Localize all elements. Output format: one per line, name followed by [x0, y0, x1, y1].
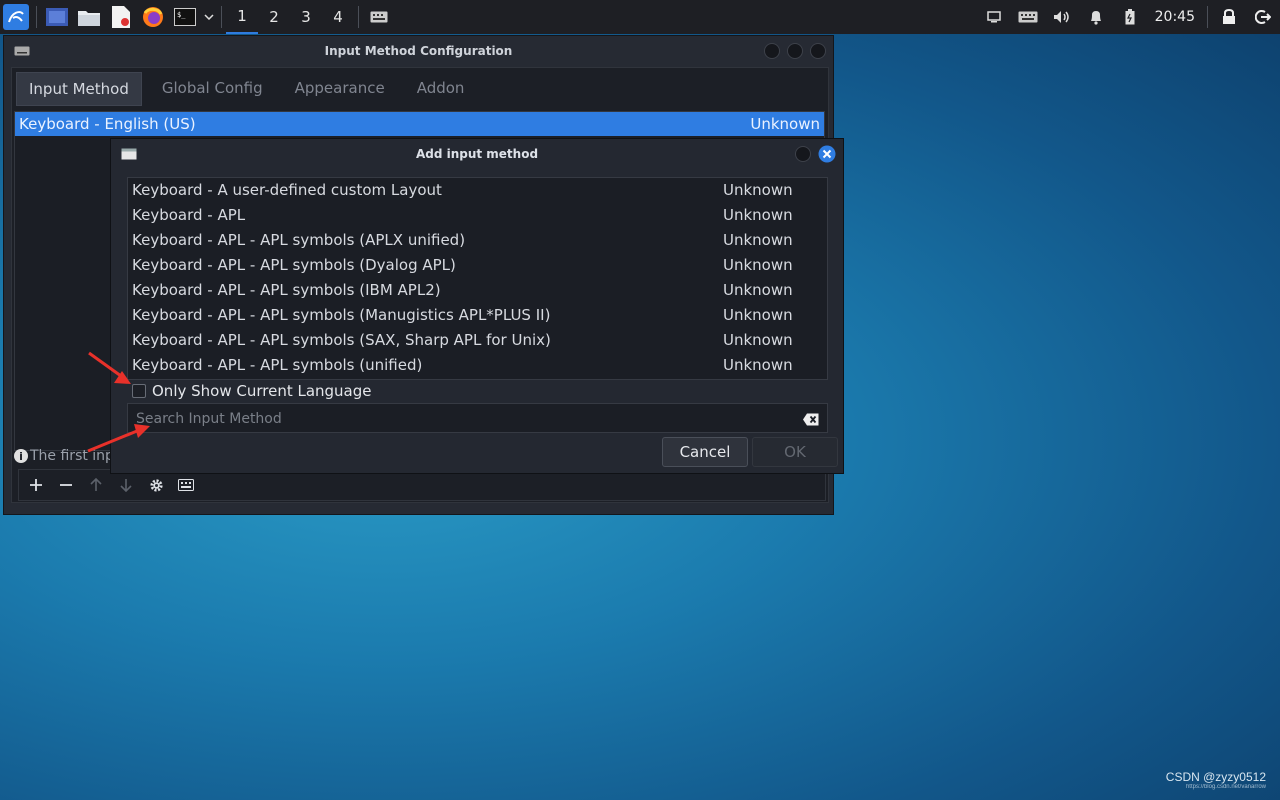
list-item-name: Keyboard - A user-defined custom Layout: [132, 181, 442, 199]
info-icon: i: [14, 449, 28, 463]
list-item-status: Unknown: [723, 306, 793, 324]
bell-icon[interactable]: [1079, 0, 1113, 34]
firefox-icon[interactable]: [137, 0, 169, 34]
keyboard-icon[interactable]: [363, 0, 395, 34]
list-item-name: Keyboard - APL - APL symbols (SAX, Sharp…: [132, 331, 551, 349]
list-item[interactable]: Keyboard - English (US) Unknown: [15, 112, 824, 136]
list-item-name: Keyboard - English (US): [19, 115, 196, 133]
volume-icon[interactable]: [1045, 0, 1079, 34]
list-item-name: Keyboard - APL: [132, 206, 246, 224]
list-item[interactable]: Keyboard - APL - APL symbols (Dyalog APL…: [128, 253, 827, 278]
list-item[interactable]: Keyboard - A user-defined custom Layout U…: [128, 178, 827, 203]
watermark: CSDN @zyzy0512 https://blog.csdn.net/van…: [1166, 770, 1266, 790]
tab-addon[interactable]: Addon: [405, 72, 477, 104]
watermark-url: https://blog.csdn.net/vanarrow: [1185, 784, 1266, 790]
list-item-status: Unknown: [723, 231, 793, 249]
only-show-current-language-checkbox[interactable]: Only Show Current Language: [132, 382, 372, 400]
file-manager-icon[interactable]: [73, 0, 105, 34]
lock-icon[interactable]: [1212, 0, 1246, 34]
list-item-name: Keyboard - APL - APL symbols (IBM APL2): [132, 281, 441, 299]
list-item-name: Keyboard - APL - APL symbols (unified): [132, 356, 423, 374]
taskbar-separator: [36, 6, 37, 28]
minimize-button[interactable]: [764, 43, 780, 59]
svg-text:$_: $_: [177, 11, 186, 19]
tab-global-config[interactable]: Global Config: [150, 72, 275, 104]
text-editor-icon[interactable]: [105, 0, 137, 34]
list-item-name: Keyboard - APL - APL symbols (APLX unifi…: [132, 231, 466, 249]
list-item[interactable]: Keyboard - APL Unknown: [128, 203, 827, 228]
list-item-name: Keyboard - APL - APL symbols (Dyalog APL…: [132, 256, 456, 274]
window-title: Input Method Configuration: [324, 44, 513, 58]
search-box: [127, 403, 828, 434]
taskbar-separator: [1207, 6, 1208, 28]
ok-button[interactable]: OK: [752, 437, 838, 467]
remove-icon[interactable]: [51, 471, 81, 499]
move-up-icon[interactable]: [81, 471, 111, 499]
list-item[interactable]: Keyboard - APL - APL symbols (SAX, Sharp…: [128, 328, 827, 353]
dialog-title: Add input method: [415, 147, 539, 161]
available-input-method-list[interactable]: Keyboard - A user-defined custom Layout U…: [127, 177, 828, 380]
watermark-text: CSDN @zyzy0512: [1165, 770, 1266, 784]
list-item[interactable]: Keyboard - APL - APL symbols (Manugistic…: [128, 303, 827, 328]
tab-appearance[interactable]: Appearance: [283, 72, 397, 104]
list-item-status: Unknown: [723, 181, 793, 199]
clock[interactable]: 20:45: [1147, 9, 1203, 25]
checkbox-box[interactable]: [132, 384, 146, 398]
cancel-button[interactable]: Cancel: [662, 437, 748, 467]
gear-icon[interactable]: [141, 471, 171, 499]
tab-input-method[interactable]: Input Method: [16, 72, 142, 106]
list-item-status: Unknown: [723, 206, 793, 224]
keyboard-icon[interactable]: [1011, 0, 1045, 34]
list-item-status: Unknown: [750, 115, 820, 133]
list-item-status: Unknown: [723, 331, 793, 349]
list-item-status: Unknown: [723, 256, 793, 274]
taskbar-separator: [221, 6, 222, 28]
workspace-4[interactable]: 4: [322, 0, 354, 34]
list-item[interactable]: Keyboard - APL - APL symbols (unified) Un…: [128, 353, 827, 378]
workspace-3[interactable]: 3: [290, 0, 322, 34]
keyboard-icon: [14, 45, 30, 59]
list-item-status: Unknown: [723, 356, 793, 374]
display-icon[interactable]: [977, 0, 1011, 34]
dialog-close-button[interactable]: [818, 145, 836, 166]
dialog-minimize-button[interactable]: [795, 146, 811, 162]
move-down-icon[interactable]: [111, 471, 141, 499]
battery-icon[interactable]: [1113, 0, 1147, 34]
maximize-button[interactable]: [787, 43, 803, 59]
close-button[interactable]: [810, 43, 826, 59]
window-titlebar[interactable]: Input Method Configuration: [4, 36, 833, 66]
clear-search-icon[interactable]: [803, 411, 819, 430]
info-text: The first inpu: [30, 448, 123, 464]
keyboard-layout-icon[interactable]: [171, 471, 201, 499]
list-item-name: Keyboard - APL - APL symbols (Manugistic…: [132, 306, 551, 324]
system-tray: 20:45: [977, 0, 1280, 34]
desktop-icon[interactable]: [41, 0, 73, 34]
checkbox-label: Only Show Current Language: [152, 382, 372, 400]
workspace-2[interactable]: 2: [258, 0, 290, 34]
window-icon: [121, 148, 137, 163]
dialog-titlebar[interactable]: Add input method: [111, 139, 843, 169]
taskbar-separator: [358, 6, 359, 28]
taskbar: $_ 1 2 3 4 20:45: [0, 0, 1280, 34]
chevron-down-icon[interactable]: [201, 0, 217, 34]
terminal-icon[interactable]: $_: [169, 0, 201, 34]
list-item[interactable]: Keyboard - APL - APL symbols (IBM APL2) U…: [128, 278, 827, 303]
add-icon[interactable]: [21, 471, 51, 499]
add-input-method-dialog: Add input method Keyboard - A user-defin…: [110, 138, 844, 474]
search-input[interactable]: [128, 404, 798, 434]
list-item[interactable]: Keyboard - APL - APL symbols (APLX unifi…: [128, 228, 827, 253]
kali-menu-icon[interactable]: [0, 0, 32, 34]
tab-bar: Input Method Global Config Appearance Ad…: [12, 68, 828, 108]
info-message: i The first inpu: [14, 448, 123, 464]
workspace-1[interactable]: 1: [226, 0, 258, 34]
logout-icon[interactable]: [1246, 0, 1280, 34]
list-item-status: Unknown: [723, 281, 793, 299]
